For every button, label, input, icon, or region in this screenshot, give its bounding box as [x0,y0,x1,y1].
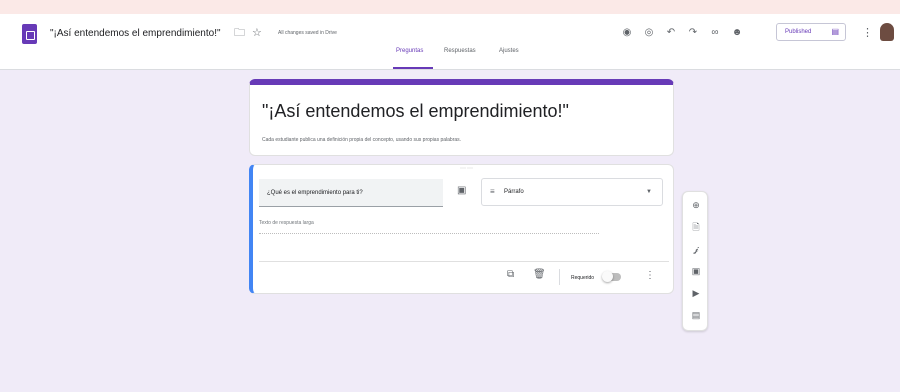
long-answer-placeholder: Texto de respuesta larga [259,220,599,234]
question-type-select[interactable]: ≡ Párrafo ▼ [481,178,663,206]
star-icon[interactable]: ☆ [252,26,262,40]
delete-icon[interactable]: 🗑 [533,269,546,280]
form-title-card[interactable]: "¡Así entendemos el emprendimiento!" Cad… [249,79,674,156]
import-questions-icon[interactable]: 🗎 [683,220,709,234]
form-description[interactable]: Cada estudiante publica una definición p… [262,137,461,143]
add-question-icon[interactable]: ⊕ [683,198,709,212]
published-settings-icon: ▤ [831,27,839,36]
footer-divider [259,261,669,262]
redo-icon[interactable]: ↷ [686,26,700,40]
undo-icon[interactable]: ↶ [664,26,678,40]
document-title[interactable]: "¡Así entendemos el emprendimiento!" [50,28,221,39]
active-tab-indicator [393,67,433,69]
chevron-down-icon: ▼ [646,189,652,195]
top-strip [0,0,900,14]
add-section-icon[interactable]: ▤ [683,308,709,322]
tab-preguntas[interactable]: Preguntas [396,48,423,54]
form-title[interactable]: "¡Así entendemos el emprendimiento!" [262,101,569,122]
duplicate-icon[interactable]: ⧉ [507,269,514,280]
drag-handle-icon[interactable]: ⋯⋯ [460,165,474,172]
question-more-icon[interactable]: ⋮ [645,270,655,281]
saved-status: All changes saved in Drive [278,30,337,36]
avatar[interactable] [880,23,894,41]
published-button[interactable]: Published ▤ [776,23,846,41]
question-title-input[interactable]: ¿Qué es el emprendimiento para ti? [259,179,443,207]
add-image-icon[interactable]: ▣ [683,264,709,278]
tab-ajustes[interactable]: Ajustes [499,48,519,54]
link-icon[interactable]: ∞ [708,26,722,40]
add-title-icon[interactable]: 𝓳 [683,242,709,256]
forms-logo-icon[interactable] [22,24,37,44]
add-video-icon[interactable]: ▶ [683,286,709,300]
published-label: Published [785,29,812,35]
question-type-label: Párrafo [504,189,524,195]
more-vert-icon[interactable]: ⋮ [862,26,873,39]
required-toggle[interactable] [602,271,621,282]
question-card[interactable]: ⋯⋯ ¿Qué es el emprendimiento para ti? ▣ … [249,164,674,294]
tab-bar: Preguntas Respuestas Ajustes [0,42,900,70]
paragraph-icon: ≡ [490,187,495,196]
folder-icon[interactable]: 🗀 [234,26,245,40]
add-collaborator-icon[interactable]: ☻ [730,26,744,40]
add-image-icon[interactable]: ▣ [457,185,466,196]
required-label: Requerido [571,275,595,281]
floating-toolbar: ⊕ 🗎 𝓳 ▣ ▶ ▤ [682,191,708,331]
palette-icon[interactable]: ◉ [620,26,634,40]
tab-respuestas[interactable]: Respuestas [444,48,476,54]
footer-separator [559,269,560,285]
preview-icon[interactable]: ◎ [642,26,656,40]
